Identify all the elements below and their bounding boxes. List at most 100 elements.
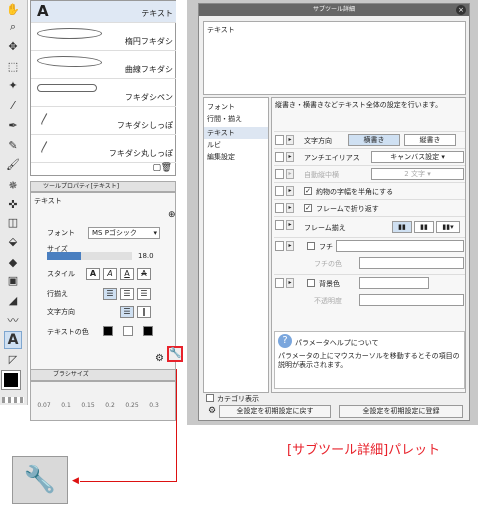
expand-icon[interactable]: ▸ [286,169,294,179]
text-tool-icon[interactable]: A [4,331,22,349]
expand-icon[interactable]: ▸ [286,186,294,196]
frame-align-center-button[interactable]: ▮▮ [414,221,434,233]
brush-size-item[interactable]: 0.25 [121,402,143,409]
edge-checkbox[interactable] [307,242,315,250]
category-display-checkbox[interactable] [206,394,214,402]
text-color-swatch[interactable] [103,326,113,336]
font-select[interactable]: MS Pゴシック ▾ [88,227,160,239]
category-text[interactable]: テキスト [204,127,268,139]
brush-size-header[interactable]: ブラシサイズ [30,369,176,381]
brush-icon[interactable]: 🖌 [4,155,22,173]
eye-icon[interactable] [275,135,284,145]
strike-button[interactable]: A [137,268,151,280]
line-icon[interactable]: 〰 [4,311,22,329]
horizontal-button[interactable]: 横書き [348,134,400,146]
pen-icon[interactable]: ✒ [4,116,22,134]
frame-align-bottom-button[interactable]: ▮▮▾ [436,221,460,233]
expand-icon[interactable]: ▸ [286,220,294,230]
subtool-item-text[interactable]: A テキスト [31,1,176,23]
auto-tcy-select[interactable]: 2 文字 ▾ [371,168,464,180]
settings-icon[interactable]: ⚙ [155,353,164,364]
zoom-icon[interactable]: ⌕ [4,18,22,36]
subtool-item-balloon-round-tail[interactable]: 〳 フキダシ丸しっぽ [31,135,176,163]
brush-size-item[interactable]: 0.1 [55,402,77,409]
fill-icon[interactable]: ⬙ [4,232,22,250]
bg-checkbox[interactable] [307,279,315,287]
wrench-icon[interactable]: 🔧 [167,346,183,362]
vertical-button[interactable]: 縦書き [404,134,456,146]
brush-size-item[interactable]: 0.3 [143,402,165,409]
underline-button[interactable]: A [120,268,134,280]
move-icon[interactable]: ✥ [4,37,22,55]
category-edit[interactable]: 編集設定 [204,151,268,163]
wand-icon[interactable]: ✦ [4,76,22,94]
dialog-footer: カテゴリ表示 ⚙ 全設定を初期設定に戻す 全設定を初期設定に登録 [203,394,466,420]
category-display-label: カテゴリ表示 [217,395,259,403]
expand-icon[interactable]: ▸ [286,278,294,288]
category-font[interactable]: フォント [204,101,268,113]
horizontal-text-button[interactable]: ☰ [120,306,134,318]
brush-size-item[interactable]: 0.2 [99,402,121,409]
figure-icon[interactable]: ◢ [4,291,22,309]
subtool-item-balloon-pen[interactable]: フキダシペン [31,79,176,107]
vertical-text-button[interactable]: ‖ [137,306,151,318]
expand-icon[interactable]: ▸ [286,135,294,145]
blend-icon[interactable]: ✜ [4,195,22,213]
category-line-spacing[interactable]: 行間・揃え [204,113,268,125]
eye-icon[interactable] [275,186,284,196]
halfwidth-checkbox[interactable]: ✓ [304,187,312,195]
user-color-swatch[interactable] [143,326,153,336]
expand-icon[interactable]: ▸ [286,203,294,213]
align-right-button[interactable]: ☰ [137,288,151,300]
category-ruby[interactable]: ルビ [204,139,268,151]
align-center-button[interactable]: ☰ [120,288,134,300]
text-color-label: テキストの色 [47,328,89,336]
select-icon[interactable]: ⬚ [4,57,22,75]
eye-icon[interactable] [275,152,284,162]
eye-icon[interactable] [275,220,284,230]
align-left-button[interactable]: ☰ [103,288,117,300]
edge-color-field[interactable] [359,257,464,269]
transparent-swatch[interactable] [2,397,24,403]
tool-property-panel: テキスト ⊕ フォント MS Pゴシック ▾ サイズ 18.0 スタイル A A … [30,192,183,370]
eye-icon[interactable] [275,278,284,288]
subtool-item-ellipse-balloon[interactable]: 楕円フキダシ [31,23,176,51]
eye-icon[interactable] [275,203,284,213]
brush-size-item[interactable]: 0.15 [77,402,99,409]
subtool-item-balloon-tail[interactable]: 〳 フキダシしっぽ [31,107,176,135]
size-value[interactable]: 18.0 [138,252,154,260]
balloon-icon[interactable]: ◸ [4,350,22,368]
airbrush-icon[interactable]: ✵ [4,176,22,194]
register-defaults-button[interactable]: 全設定を初期設定に登録 [339,405,463,418]
brush-size-item[interactable]: 0.07 [33,402,55,409]
hand-icon[interactable]: ✋ [4,0,22,18]
main-color-swatch[interactable] [1,370,21,390]
reset-defaults-button[interactable]: 全設定を初期設定に戻す [219,405,331,418]
subtool-item-curve-balloon[interactable]: 曲線フキダシ [31,51,176,79]
bold-button[interactable]: A [86,268,100,280]
gradient-icon[interactable]: ▣ [4,271,22,289]
opacity-slider[interactable] [359,294,464,306]
edge-size-slider[interactable] [336,240,464,252]
close-icon[interactable]: × [456,5,466,15]
italic-button[interactable]: A [103,268,117,280]
wrap-checkbox[interactable]: ✓ [304,204,312,212]
bucket-icon[interactable]: ◆ [4,253,22,271]
frame-align-top-button[interactable]: ▮▮ [392,221,412,233]
expand-icon[interactable]: ▸ [286,152,294,162]
tool-property-header[interactable]: ツールプロパティ[テキスト] [30,181,176,192]
sub-color-swatch[interactable] [123,326,133,336]
trash-icon[interactable]: 🗑 [161,163,172,173]
expand-icon[interactable]: ▸ [286,241,294,251]
eye-icon[interactable] [275,169,284,179]
caption: [サブツール詳細]パレット [287,443,441,458]
size-slider[interactable] [47,252,132,260]
text-icon: A [37,2,49,20]
bg-color-field[interactable] [359,277,429,289]
eye-icon[interactable] [275,241,284,251]
eyedropper-icon[interactable]: ⁄ [4,96,22,114]
pencil-icon[interactable]: ✎ [4,136,22,154]
eraser-icon[interactable]: ◫ [4,213,22,231]
antialias-select[interactable]: キャンバス設定 ▾ [371,151,464,163]
magnify-icon[interactable]: ⊕ [168,210,176,220]
